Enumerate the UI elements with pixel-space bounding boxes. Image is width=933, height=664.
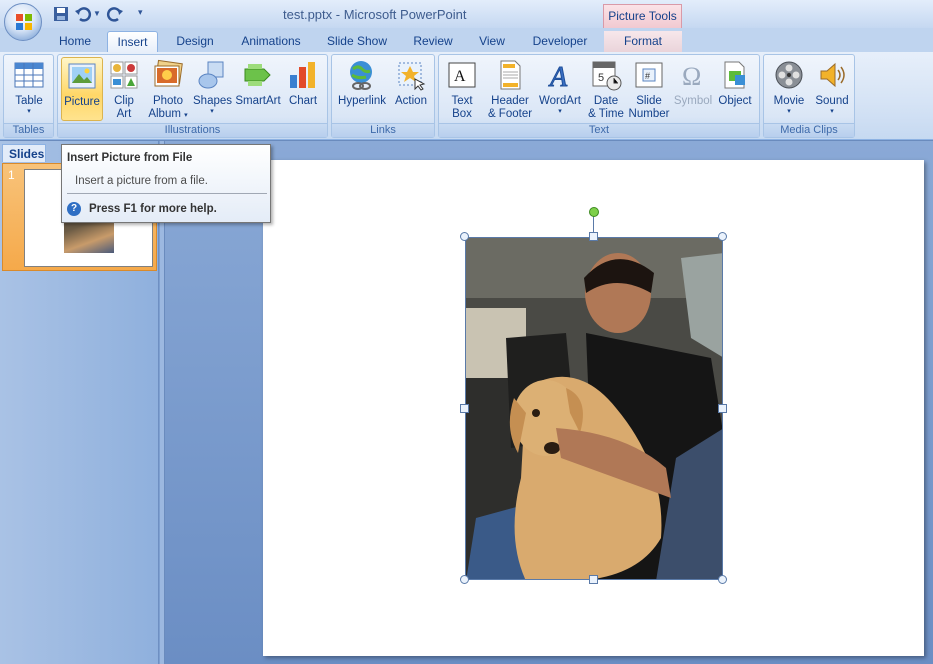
object-icon [724,61,745,89]
tab-slide-show[interactable]: Slide Show [320,31,394,52]
picture-icon [68,63,96,89]
office-logo-icon [16,14,32,30]
movie-button[interactable]: Movie ▾ [768,59,810,116]
symbol-button[interactable]: Ω Symbol [673,59,713,108]
group-label-text: Text [439,123,759,137]
hyperlink-icon [350,61,372,90]
object-button[interactable]: Object [715,59,755,108]
svg-text:Ω: Ω [682,62,701,91]
resize-handle-right[interactable] [718,404,727,413]
tab-developer[interactable]: Developer [524,31,596,52]
svg-text:5: 5 [598,72,604,84]
group-label-illustrations: Illustrations [58,123,327,137]
table-button[interactable]: Table ▾ [8,59,50,116]
tab-animations[interactable]: Animations [233,31,309,52]
photo-man-with-dog [466,238,722,579]
group-label-tables: Tables [4,123,53,137]
group-links: Hyperlink Action Links [331,54,435,138]
smartart-button[interactable]: SmartArt [235,59,281,108]
resize-handle-bottom[interactable] [589,575,598,584]
group-illustrations: Picture ClipArt PhotoAlbum ▾ Shapes▾ [57,54,328,138]
clip-art-button[interactable]: Clip Art [108,59,140,121]
tab-review[interactable]: Review [405,31,461,52]
office-button[interactable] [4,3,42,41]
hyperlink-button[interactable]: Hyperlink [336,59,388,108]
undo-icon[interactable] [74,5,92,23]
photo-album-button[interactable]: Photo Album ▾ [146,59,190,122]
picture-button[interactable]: Picture [61,57,103,121]
tooltip-description: Insert a picture from a file. [75,175,208,187]
wordart-icon: A [548,62,569,92]
tooltip-help-text: Press F1 for more help. [89,203,217,215]
ribbon: Table ▾ Tables Picture Clip Art Photo Al… [0,52,933,140]
action-icon [398,62,426,91]
title-bar: ▼ ▾ test.pptx - Microsoft PowerPoint Pic… [0,0,933,41]
save-icon[interactable] [52,5,70,23]
ribbon-tabs: Home Insert Design Animations Slide Show… [0,28,933,52]
resize-handle-bottom-right[interactable] [718,575,727,584]
date-time-icon: 5 [592,61,622,91]
slide-number-button[interactable]: # Slide Number [628,59,670,121]
rotation-handle[interactable] [589,207,599,217]
sound-button[interactable]: Sound ▾ [812,59,852,116]
header-footer-button[interactable]: Header & Footer [485,59,535,121]
photo-album-icon [154,59,183,87]
tab-insert[interactable]: Insert [107,31,158,52]
svg-text:#: # [645,71,650,81]
text-box-button[interactable]: A Text Box [443,59,481,121]
clip-art-icon [110,61,138,89]
resize-handle-bottom-left[interactable] [460,575,469,584]
svg-text:A: A [454,68,466,85]
svg-text:A: A [548,62,568,91]
group-media-clips: Movie ▾ Sound ▾ Media Clips [763,54,855,138]
wordart-button[interactable]: A WordArt ▾ [537,59,583,116]
header-footer-icon [500,60,521,90]
text-box-icon: A [448,62,476,88]
group-tables: Table ▾ Tables [3,54,54,138]
slides-tab[interactable]: Slides [2,144,46,162]
tab-view[interactable]: View [471,31,513,52]
slide-number-label: 1 [8,168,15,182]
group-label-links: Links [332,123,434,137]
tooltip-separator [67,193,267,194]
group-text: A Text Box Header & Footer A WordArt ▾ 5 Da… [438,54,760,138]
chart-button[interactable]: Chart [285,59,321,108]
slide-number-icon: # [635,62,663,88]
table-icon [14,62,44,88]
tab-format[interactable]: Format [604,31,682,52]
selected-picture[interactable] [465,237,723,580]
tooltip-title: Insert Picture from File [67,152,193,164]
picture-tools-header: Picture Tools [603,4,682,28]
group-label-media-clips: Media Clips [764,123,854,137]
chart-icon [290,62,315,88]
window-title: test.pptx - Microsoft PowerPoint [283,7,467,22]
help-icon: ? [67,202,81,216]
resize-handle-top-right[interactable] [718,232,727,241]
tab-design[interactable]: Design [167,31,223,52]
customize-qat-icon[interactable]: ▾ [138,7,156,25]
movie-reel-icon [775,61,803,89]
resize-handle-left[interactable] [460,404,469,413]
tab-home[interactable]: Home [51,31,99,52]
resize-handle-top[interactable] [589,232,598,241]
speaker-icon [820,62,845,88]
smartart-icon [244,64,271,86]
action-button[interactable]: Action [391,59,431,108]
resize-handle-top-left[interactable] [460,232,469,241]
shapes-icon [198,61,224,89]
picture-tooltip: Insert Picture from File Insert a pictur… [61,144,271,223]
shapes-button[interactable]: Shapes ▾ [193,59,232,116]
omega-symbol-icon: Ω [682,62,701,91]
redo-icon[interactable] [106,5,124,23]
date-time-button[interactable]: 5 Date & Time [586,59,626,121]
